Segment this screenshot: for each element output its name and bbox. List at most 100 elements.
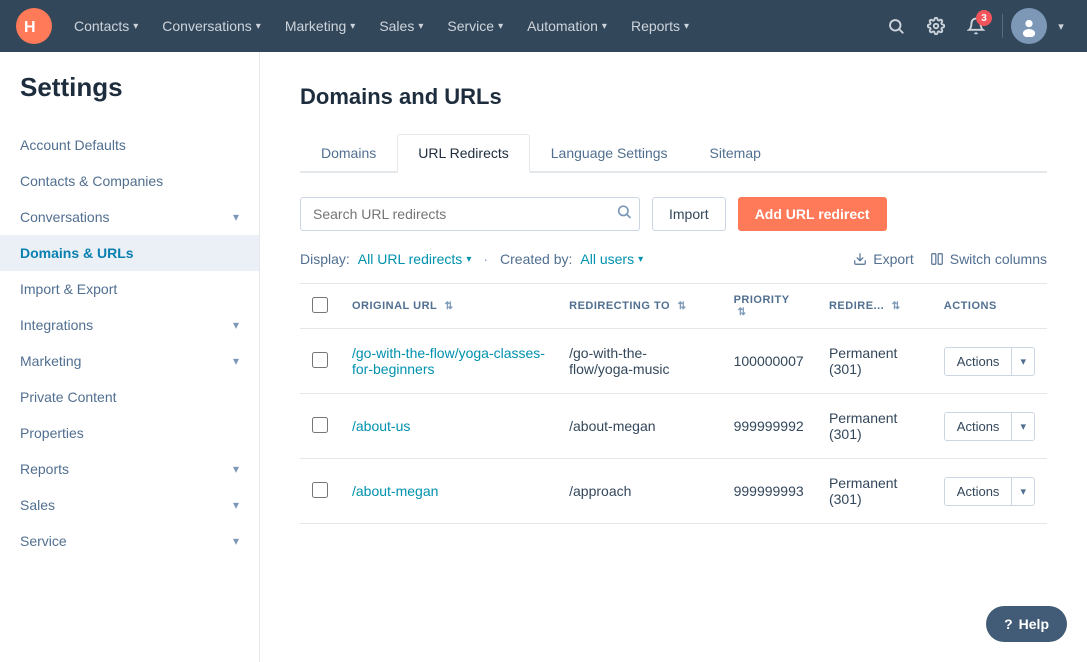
nav-conversations[interactable]: Conversations ▾ <box>152 12 271 40</box>
sidebar-item-integrations[interactable]: Integrations ▾ <box>0 307 259 343</box>
search-icon-btn[interactable] <box>878 8 914 44</box>
redirect-type-cell: Permanent (301) <box>817 394 932 459</box>
chevron-down-icon[interactable]: ▾ <box>1012 479 1034 504</box>
chevron-down-icon: ▾ <box>233 354 239 368</box>
created-by-filter-select[interactable]: All users ▾ <box>580 251 643 267</box>
actions-dropdown[interactable]: Actions ▾ <box>944 347 1035 376</box>
chevron-down-icon: ▾ <box>133 21 138 32</box>
sidebar-item-properties[interactable]: Properties <box>0 415 259 451</box>
search-wrapper <box>300 197 640 231</box>
chevron-down-icon[interactable]: ▾ <box>1012 414 1034 439</box>
chevron-down-icon: ▾ <box>602 21 607 32</box>
nav-service[interactable]: Service ▾ <box>437 12 513 40</box>
select-all-checkbox[interactable] <box>312 297 328 313</box>
nav-divider <box>1002 14 1003 38</box>
sort-icon[interactable]: ⇅ <box>738 307 747 318</box>
actions-cell: Actions ▾ <box>932 394 1047 459</box>
original-url-header: ORIGINAL URL ⇅ <box>340 284 557 329</box>
chevron-down-icon: ▾ <box>233 318 239 332</box>
page-title: Settings <box>20 72 239 103</box>
redirect-type-cell: Permanent (301) <box>817 459 932 524</box>
sidebar-item-account-defaults[interactable]: Account Defaults <box>0 127 259 163</box>
actions-dropdown[interactable]: Actions ▾ <box>944 412 1035 441</box>
display-filter-select[interactable]: All URL redirects ▾ <box>358 251 472 267</box>
created-by-label: Created by: <box>500 251 572 267</box>
page-title-area: Settings <box>0 72 259 127</box>
top-nav: H Contacts ▾ Conversations ▾ Marketing ▾… <box>0 0 1087 52</box>
chevron-down-icon: ▾ <box>233 498 239 512</box>
nav-contacts[interactable]: Contacts ▾ <box>64 12 148 40</box>
nav-sales[interactable]: Sales ▾ <box>369 12 433 40</box>
main-content: Domains and URLs Domains URL Redirects L… <box>260 52 1087 662</box>
nav-automation[interactable]: Automation ▾ <box>517 12 617 40</box>
sidebar-item-import-export[interactable]: Import & Export <box>0 271 259 307</box>
chevron-down-icon: ▾ <box>233 534 239 548</box>
toolbar: Import Add URL redirect <box>300 197 1047 231</box>
priority-header: PRIORITY ⇅ <box>722 284 817 329</box>
tab-language-settings[interactable]: Language Settings <box>530 134 689 173</box>
sort-icon[interactable]: ⇅ <box>678 301 687 312</box>
search-input[interactable] <box>300 197 640 231</box>
redirecting-to-cell: /go-with-the-flow/yoga-music <box>557 329 721 394</box>
tab-domains[interactable]: Domains <box>300 134 397 173</box>
chevron-down-icon: ▾ <box>350 21 355 32</box>
original-url-cell: /about-us <box>340 394 557 459</box>
tab-url-redirects[interactable]: URL Redirects <box>397 134 530 173</box>
nav-icons: 3 ▾ <box>878 8 1071 44</box>
redirects-table: ORIGINAL URL ⇅ REDIRECTING TO ⇅ PRIORITY… <box>300 283 1047 524</box>
sidebar-item-sales[interactable]: Sales ▾ <box>0 487 259 523</box>
table-row: /about-us /about-megan 999999992 Permane… <box>300 394 1047 459</box>
row-checkbox[interactable] <box>312 417 328 433</box>
sidebar-item-service[interactable]: Service ▾ <box>0 523 259 559</box>
add-redirect-button[interactable]: Add URL redirect <box>738 197 887 231</box>
import-button[interactable]: Import <box>652 197 726 231</box>
chevron-down-icon: ▾ <box>233 210 239 224</box>
sidebar-item-private-content[interactable]: Private Content <box>0 379 259 415</box>
priority-cell: 100000007 <box>722 329 817 394</box>
priority-cell: 999999993 <box>722 459 817 524</box>
chevron-down-icon: ▾ <box>638 254 643 265</box>
nav-marketing[interactable]: Marketing ▾ <box>275 12 366 40</box>
actions-cell: Actions ▾ <box>932 329 1047 394</box>
user-avatar[interactable] <box>1011 8 1047 44</box>
search-icon[interactable] <box>616 204 632 225</box>
redirect-type-header: REDIRE... ⇅ <box>817 284 932 329</box>
row-checkbox[interactable] <box>312 352 328 368</box>
select-all-header <box>300 284 340 329</box>
sidebar-item-domains-urls[interactable]: Domains & URLs <box>0 235 259 271</box>
help-icon: ? <box>1004 616 1013 632</box>
sidebar-item-conversations[interactable]: Conversations ▾ <box>0 199 259 235</box>
filter-bar-actions: Export Switch columns <box>853 251 1047 267</box>
sidebar-item-reports[interactable]: Reports ▾ <box>0 451 259 487</box>
switch-columns-button[interactable]: Switch columns <box>930 251 1047 267</box>
chevron-down-icon: ▾ <box>684 21 689 32</box>
actions-dropdown[interactable]: Actions ▾ <box>944 477 1035 506</box>
sort-icon[interactable]: ⇅ <box>445 301 454 312</box>
tab-sitemap[interactable]: Sitemap <box>689 134 782 173</box>
export-button[interactable]: Export <box>853 251 913 267</box>
redirecting-to-header: REDIRECTING TO ⇅ <box>557 284 721 329</box>
redirect-type-cell: Permanent (301) <box>817 329 932 394</box>
sidebar-item-contacts-companies[interactable]: Contacts & Companies <box>0 163 259 199</box>
hubspot-logo[interactable]: H <box>16 8 52 44</box>
user-menu-chevron[interactable]: ▾ <box>1051 8 1071 44</box>
page-layout: Settings Account Defaults Contacts & Com… <box>0 52 1087 662</box>
redirecting-to-cell: /approach <box>557 459 721 524</box>
help-button[interactable]: ? Help <box>986 606 1067 642</box>
notifications-icon-btn[interactable]: 3 <box>958 8 994 44</box>
settings-icon-btn[interactable] <box>918 8 954 44</box>
display-label: Display: <box>300 251 350 267</box>
tabs-bar: Domains URL Redirects Language Settings … <box>300 134 1047 173</box>
actions-header: ACTIONS <box>932 284 1047 329</box>
row-checkbox[interactable] <box>312 482 328 498</box>
sidebar-item-marketing[interactable]: Marketing ▾ <box>0 343 259 379</box>
chevron-down-icon[interactable]: ▾ <box>1012 349 1034 374</box>
filter-bar: Display: All URL redirects ▾ · Created b… <box>300 251 1047 267</box>
chevron-down-icon: ▾ <box>418 21 423 32</box>
original-url-cell: /about-megan <box>340 459 557 524</box>
nav-reports[interactable]: Reports ▾ <box>621 12 699 40</box>
redirecting-to-cell: /about-megan <box>557 394 721 459</box>
svg-text:H: H <box>24 19 36 36</box>
table-row: /about-megan /approach 999999993 Permane… <box>300 459 1047 524</box>
sort-icon[interactable]: ⇅ <box>892 301 901 312</box>
